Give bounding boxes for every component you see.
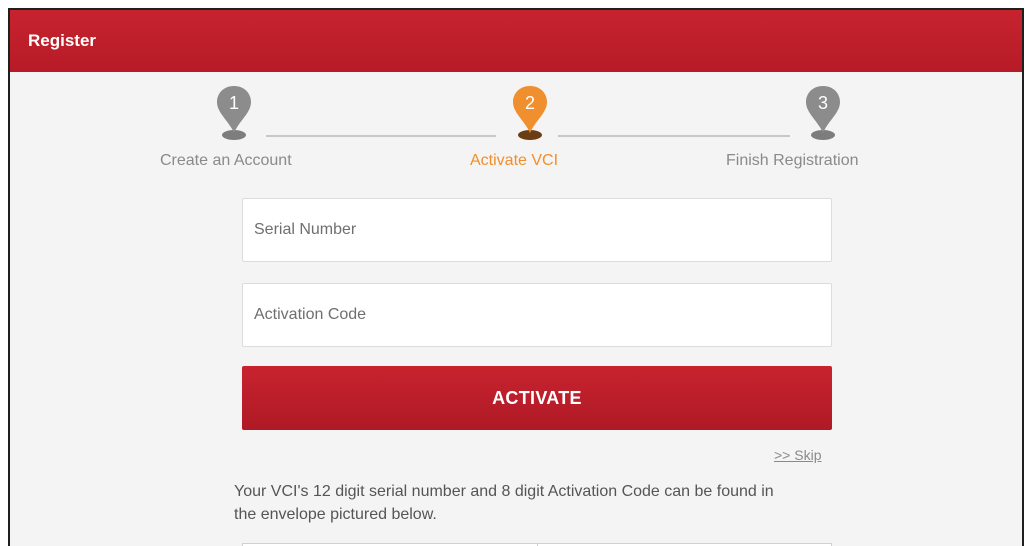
step-3-number: 3 <box>818 93 828 113</box>
app-header: Register <box>10 10 1022 72</box>
step-3-pin-icon: 3 <box>806 86 840 140</box>
vci-hint-text: Your VCI's 12 digit serial number and 8 … <box>234 483 774 523</box>
step-connector-1 <box>266 135 496 137</box>
step-1-label: Create an Account <box>160 152 292 169</box>
register-screen: Register 1 2 3 Create an Account Activat… <box>8 8 1024 546</box>
step-3-label: Finish Registration <box>726 152 859 169</box>
page-title: Register <box>28 31 97 50</box>
step-1-number: 1 <box>229 93 239 113</box>
step-2-pin-icon: 2 <box>513 86 547 140</box>
step-2-label: Activate VCI <box>470 152 559 169</box>
skip-link[interactable]: >> Skip <box>774 447 821 463</box>
activate-button[interactable]: ACTIVATE <box>242 366 832 430</box>
serial-number-input[interactable] <box>242 198 832 262</box>
step-2-number: 2 <box>525 93 535 113</box>
step-connector-2 <box>558 135 790 137</box>
activation-code-input[interactable] <box>242 283 832 347</box>
step-1-pin-icon: 1 <box>217 86 251 140</box>
